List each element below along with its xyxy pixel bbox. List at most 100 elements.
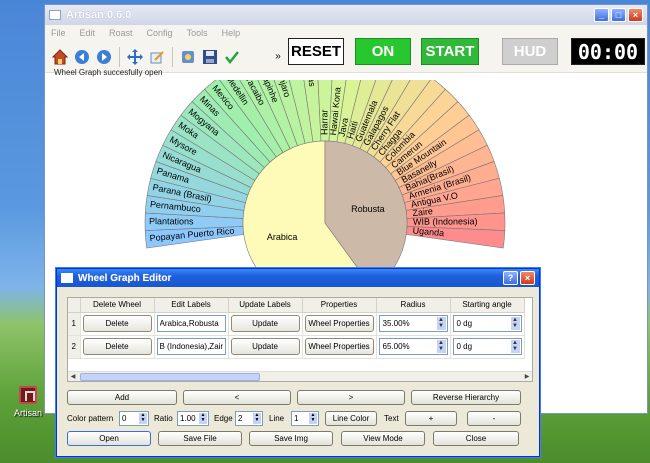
text-label: Text <box>384 414 399 423</box>
radius-spinbox[interactable]: 65.00% ▲ ▼ <box>378 338 448 355</box>
save-img-button[interactable]: Save Img <box>249 431 333 446</box>
main-titlebar[interactable]: Artisan 0.6.0 _ □ × <box>45 5 647 25</box>
radius-value: 65.00% <box>382 342 410 351</box>
dialog-close-icon[interactable]: × <box>520 271 535 285</box>
ratio-value: 1.00 <box>180 414 196 423</box>
col-properties[interactable]: Properties <box>302 298 377 313</box>
artisan-desktop-icon[interactable]: Artisan <box>8 386 48 418</box>
menu-tools[interactable]: Tools <box>187 28 208 38</box>
line-value: 1 <box>294 414 299 423</box>
save-icon[interactable] <box>201 48 219 66</box>
menu-roast[interactable]: Roast <box>109 28 133 38</box>
text-decrease-button[interactable]: - <box>467 411 521 426</box>
update-labels-button[interactable]: Update <box>230 315 300 332</box>
previous-button[interactable]: < <box>183 390 291 405</box>
ratio-label: Ratio <box>154 414 173 423</box>
toolbar-overflow-icon[interactable]: » <box>269 48 287 66</box>
status-message: Wheel Graph succesfully open <box>54 68 163 77</box>
home-icon[interactable] <box>51 48 69 66</box>
back-arrow-icon[interactable] <box>73 48 91 66</box>
color-pattern-label: Color pattern <box>67 414 114 423</box>
color-pattern-value: 0 <box>122 414 127 423</box>
starting-angle-spinbox[interactable]: 0 dg ▲ ▼ <box>452 338 522 355</box>
move-icon[interactable] <box>126 48 144 66</box>
spin-arrows-icon[interactable]: ▲ ▼ <box>199 413 207 424</box>
reset-button[interactable]: RESET <box>288 38 344 65</box>
next-button[interactable]: > <box>297 390 405 405</box>
close-button[interactable]: Close <box>433 431 519 446</box>
wheel-graph-editor-dialog: Wheel Graph Editor ? × Delete Wheel Edit… <box>56 268 540 457</box>
scrollbar-thumb[interactable] <box>80 373 260 381</box>
edge-spinbox[interactable]: 2 ▲ ▼ <box>235 411 263 426</box>
radius-spinbox[interactable]: 35.00% ▲ ▼ <box>378 315 448 332</box>
menu-help[interactable]: Help <box>222 28 241 38</box>
minimize-button[interactable]: _ <box>594 8 609 22</box>
spin-arrows-icon[interactable]: ▲ ▼ <box>436 317 446 330</box>
start-button[interactable]: START <box>421 38 479 65</box>
save-file-button[interactable]: Save File <box>158 431 242 446</box>
scroll-right-icon[interactable]: ▶ <box>522 372 532 381</box>
timer-display: 00:00 <box>571 38 645 65</box>
add-button[interactable]: Add <box>67 390 177 405</box>
wheel-table: Delete Wheel Edit Labels Update Labels P… <box>67 297 533 382</box>
angle-value: 0 dg <box>456 342 473 351</box>
angle-value: 0 dg <box>456 319 473 328</box>
row-number: 2 <box>68 335 81 359</box>
reverse-hierarchy-button[interactable]: Reverse Hierarchy <box>411 390 521 405</box>
scroll-left-icon[interactable]: ◀ <box>68 372 78 381</box>
wheel-properties-button[interactable]: Wheel Properties <box>304 338 374 355</box>
main-window-title: Artisan 0.6.0 <box>66 9 132 21</box>
close-window-button[interactable]: × <box>628 8 643 22</box>
dialog-titlebar[interactable]: Wheel Graph Editor ? × <box>57 269 539 287</box>
table-row: 2 Delete Update Wheel Properties 65.00% ▲… <box>68 335 525 359</box>
edit-icon[interactable] <box>148 48 166 66</box>
horizontal-scrollbar[interactable]: ◀ ▶ <box>68 371 532 381</box>
artisan-app-icon <box>19 386 37 404</box>
spin-arrows-icon[interactable]: ▲ ▼ <box>309 413 317 424</box>
spin-arrows-icon[interactable]: ▲ ▼ <box>436 340 446 353</box>
spin-arrows-icon[interactable]: ▲ ▼ <box>139 413 147 424</box>
window-app-icon <box>49 10 61 20</box>
desktop-icon-label: Artisan <box>13 408 42 418</box>
labels-input[interactable] <box>156 338 226 355</box>
col-edit-labels[interactable]: Edit Labels <box>154 298 229 313</box>
menu-file[interactable]: File <box>51 28 66 38</box>
delete-wheel-button[interactable]: Delete <box>82 315 152 332</box>
spin-arrows-icon[interactable]: ▲ ▼ <box>510 340 520 353</box>
update-labels-button[interactable]: Update <box>230 338 300 355</box>
row-number: 1 <box>68 312 81 336</box>
wheel-inner-label: Robusta <box>351 204 385 214</box>
settings-icon[interactable] <box>179 48 197 66</box>
col-radius[interactable]: Radius <box>376 298 451 313</box>
menu-config[interactable]: Config <box>147 28 173 38</box>
wheel-properties-button[interactable]: Wheel Properties <box>304 315 374 332</box>
color-pattern-spinbox[interactable]: 0 ▲ ▼ <box>119 411 149 426</box>
wheel-outer-label: Uganda <box>412 225 444 238</box>
spin-arrows-icon[interactable]: ▲ ▼ <box>253 413 261 424</box>
forward-arrow-icon[interactable] <box>95 48 113 66</box>
delete-wheel-button[interactable]: Delete <box>82 338 152 355</box>
col-starting-angle[interactable]: Starting angle <box>450 298 525 313</box>
hud-button[interactable]: HUD <box>502 38 558 65</box>
starting-angle-spinbox[interactable]: 0 dg ▲ ▼ <box>452 315 522 332</box>
ratio-spinbox[interactable]: 1.00 ▲ ▼ <box>177 411 209 426</box>
col-update-labels[interactable]: Update Labels <box>228 298 303 313</box>
wheel-outer-label: WIB (Indonesia) <box>413 216 478 226</box>
open-button[interactable]: Open <box>67 431 151 446</box>
line-color-button[interactable]: Line Color <box>325 411 377 426</box>
help-button[interactable]: ? <box>503 271 518 285</box>
spin-arrows-icon[interactable]: ▲ ▼ <box>510 317 520 330</box>
dialog-title: Wheel Graph Editor <box>78 272 172 284</box>
labels-input[interactable] <box>156 315 226 332</box>
menu-edit[interactable]: Edit <box>80 28 96 38</box>
on-button[interactable]: ON <box>355 38 411 65</box>
text-increase-button[interactable]: + <box>405 411 457 426</box>
maximize-button[interactable]: □ <box>611 8 626 22</box>
line-spinbox[interactable]: 1 ▲ ▼ <box>291 411 319 426</box>
line-label: Line <box>269 414 285 423</box>
checkmark-icon[interactable] <box>223 48 241 66</box>
table-row: 1 Delete Update Wheel Properties 35.00% ▲… <box>68 312 525 336</box>
col-delete-wheel[interactable]: Delete Wheel <box>80 298 155 313</box>
view-mode-button[interactable]: View Mode <box>341 431 425 446</box>
wheel-inner-label: Arabica <box>267 232 298 242</box>
